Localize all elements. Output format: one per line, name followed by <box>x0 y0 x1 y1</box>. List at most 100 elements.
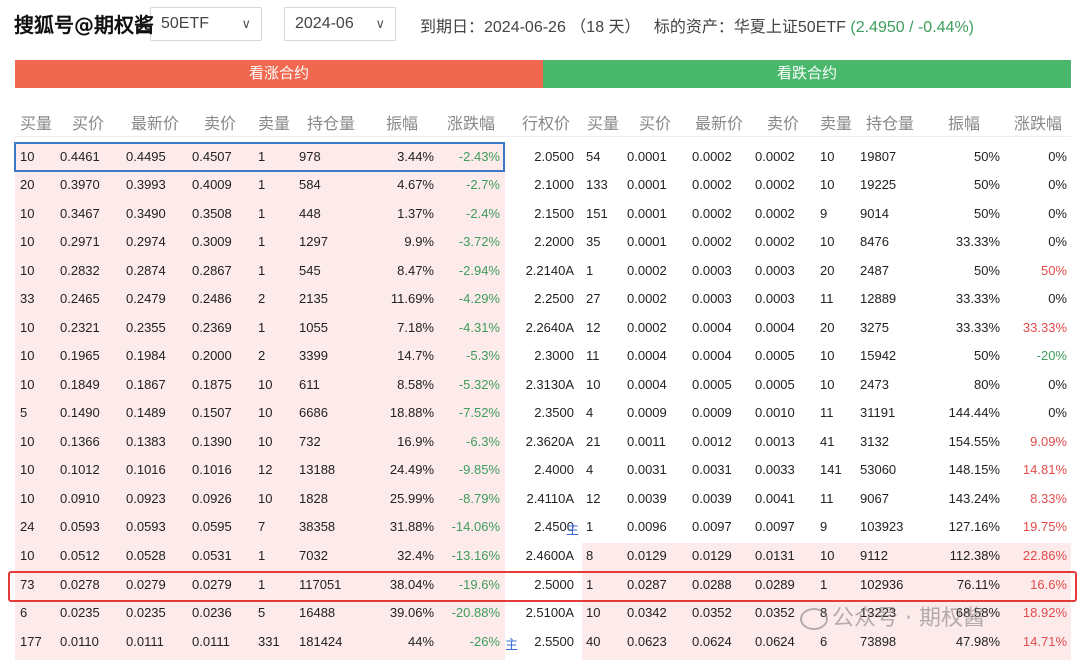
call-cell: 16.9% <box>397 434 434 449</box>
put-cell: 33.33% <box>955 291 1000 306</box>
call-cell: 0.1383 <box>126 434 166 449</box>
put-cell: 21 <box>586 434 601 449</box>
table-row[interactable]: 10 0.2832 0.2874 0.2867 1 545 8.47% -2.94% 2.214… <box>0 257 1080 285</box>
table-row[interactable]: 10 0.0512 0.0528 0.0531 1 7032 32.4% -13.16% 2.4… <box>0 542 1080 570</box>
call-cell: 0.2832 <box>60 263 100 278</box>
put-cell: 80% <box>973 377 1000 392</box>
call-cell: 0.3508 <box>192 206 232 221</box>
call-cell: 24 <box>20 519 35 534</box>
call-header-2[interactable]: 最新价 <box>131 110 179 134</box>
put-cell: 0% <box>1048 291 1067 306</box>
table-row[interactable]: 177 0.0110 0.0111 0.0111 331 181424 44% -26% 2.5… <box>0 628 1080 656</box>
strike-price: 2.2000 <box>534 234 574 249</box>
call-cell: -6.3% <box>466 434 500 449</box>
call-cell: 0.0235 <box>126 605 166 620</box>
put-cell: 10 <box>820 149 835 164</box>
put-cell: 4 <box>586 405 594 420</box>
put-cell: 0.0001 <box>627 206 667 221</box>
call-cell: -14.06% <box>451 519 500 534</box>
put-cell: 33.33% <box>955 234 1000 249</box>
put-header-5[interactable]: 卖量 <box>820 110 852 134</box>
call-cell: 1 <box>258 177 266 192</box>
call-cell: 0.0595 <box>192 519 232 534</box>
call-cell: 4.67% <box>397 177 434 192</box>
table-row[interactable]: 10 0.1849 0.1867 0.1875 10 611 8.58% -5.32% 2.31… <box>0 371 1080 399</box>
underlying-select[interactable]: 50ETF ∨ <box>150 7 262 41</box>
table-row[interactable]: 10 0.1366 0.1383 0.1390 10 732 16.9% -6.3% 2.362… <box>0 428 1080 456</box>
call-header-3[interactable]: 卖价 <box>204 110 236 134</box>
call-cell: 0.0235 <box>60 605 100 620</box>
put-cell: 0.0001 <box>627 177 667 192</box>
put-cell: 2487 <box>860 263 889 278</box>
put-cell: 0.0002 <box>692 206 732 221</box>
call-cell: 0.1016 <box>192 462 232 477</box>
call-cell: 2 <box>258 348 266 363</box>
put-cell: 0.0002 <box>755 149 795 164</box>
strike-price: 2.3000 <box>534 348 574 363</box>
put-cell: 0.0352 <box>692 605 732 620</box>
put-cell: 151 <box>586 206 608 221</box>
table-row[interactable]: 10 0.3467 0.3490 0.3508 1 448 1.37% -2.4% 2.1500… <box>0 200 1080 228</box>
table-row[interactable]: 33 0.2465 0.2479 0.2486 2 2135 11.69% -4.29% 2.2… <box>0 285 1080 313</box>
put-cell: 9067 <box>860 491 889 506</box>
call-cell: 6686 <box>299 405 328 420</box>
call-cell: 1 <box>258 206 266 221</box>
put-cell: 0.0041 <box>755 491 795 506</box>
call-cell: 0.2479 <box>126 291 166 306</box>
call-header-5[interactable]: 持仓量 <box>307 110 355 134</box>
call-header-7[interactable]: 涨跌幅 <box>447 110 495 134</box>
put-cell: 14.81% <box>1022 462 1067 477</box>
put-cell: 9 <box>820 206 828 221</box>
call-cell: 16488 <box>299 605 336 620</box>
put-header-2[interactable]: 买价 <box>639 110 671 134</box>
header-divider <box>15 136 1071 137</box>
put-header-6[interactable]: 持仓量 <box>866 110 914 134</box>
call-cell: 1 <box>258 263 266 278</box>
table-row[interactable]: 10 0.2971 0.2974 0.3009 1 1297 9.9% -3.72% 2.200… <box>0 228 1080 256</box>
strike-price: 2.4110A <box>526 491 574 506</box>
put-cell: 0% <box>1048 177 1067 192</box>
put-cell: 0.0031 <box>692 462 732 477</box>
put-cell: 10 <box>820 177 835 192</box>
put-cell: 31191 <box>860 405 896 420</box>
put-cell: 127.16% <box>948 519 1000 534</box>
call-cell: -4.29% <box>458 291 500 306</box>
put-cell: 0.0002 <box>627 320 667 335</box>
call-header-0[interactable]: 买量 <box>20 110 52 134</box>
put-header-7[interactable]: 振幅 <box>948 110 980 134</box>
put-header-8[interactable]: 涨跌幅 <box>1014 110 1062 134</box>
table-row[interactable]: 24 0.0593 0.0593 0.0595 7 38358 31.88% -14.06% 2… <box>0 513 1080 541</box>
call-cell: 10 <box>258 434 273 449</box>
put-cell: 0.0004 <box>692 348 732 363</box>
put-header-4[interactable]: 卖价 <box>767 110 799 134</box>
call-header-1[interactable]: 买价 <box>72 110 104 134</box>
strike-price: 2.2500 <box>534 291 574 306</box>
call-header-4[interactable]: 卖量 <box>258 110 290 134</box>
put-header-3[interactable]: 最新价 <box>695 110 743 134</box>
put-header-1[interactable]: 买量 <box>587 110 619 134</box>
table-row[interactable]: 10 0.1012 0.1016 0.1016 12 13188 24.49% -9.85% 2… <box>0 456 1080 484</box>
call-cell: 1 <box>258 234 266 249</box>
strike-price: 2.1500 <box>534 206 574 221</box>
put-header-0[interactable]: 行权价 <box>522 110 570 134</box>
call-header-6[interactable]: 振幅 <box>386 110 418 134</box>
put-cell: 50% <box>973 206 1000 221</box>
call-cell: 7032 <box>299 548 328 563</box>
call-cell: 5 <box>20 405 28 420</box>
put-cell: 18.92% <box>1022 605 1067 620</box>
table-row[interactable]: 10 0.0910 0.0923 0.0926 10 1828 25.99% -8.79% 2.… <box>0 485 1080 513</box>
put-cell: 112.38% <box>949 548 1000 563</box>
call-cell: 0.2369 <box>192 320 232 335</box>
put-cell: 10 <box>586 605 601 620</box>
put-cell: 0% <box>1048 206 1067 221</box>
month-select[interactable]: 2024-06 ∨ <box>284 7 396 41</box>
table-row[interactable]: 10 0.1965 0.1984 0.2000 2 3399 14.7% -5.3% 2.300… <box>0 342 1080 370</box>
call-cell: 1 <box>258 320 266 335</box>
put-cell: 50% <box>973 263 1000 278</box>
put-cell: 22.86% <box>1022 548 1067 563</box>
expiry-date: 到期日：2024-06-26 （18 天） <box>420 19 641 36</box>
table-row[interactable]: 5 0.1490 0.1489 0.1507 10 6686 18.88% -7.52% 2.3… <box>0 399 1080 427</box>
table-row[interactable]: 20 0.3970 0.3993 0.4009 1 584 4.67% -2.7% 2.1000… <box>0 171 1080 199</box>
call-cell: 0.2321 <box>60 320 100 335</box>
table-row[interactable]: 10 0.2321 0.2355 0.2369 1 1055 7.18% -4.31% 2.26… <box>0 314 1080 342</box>
